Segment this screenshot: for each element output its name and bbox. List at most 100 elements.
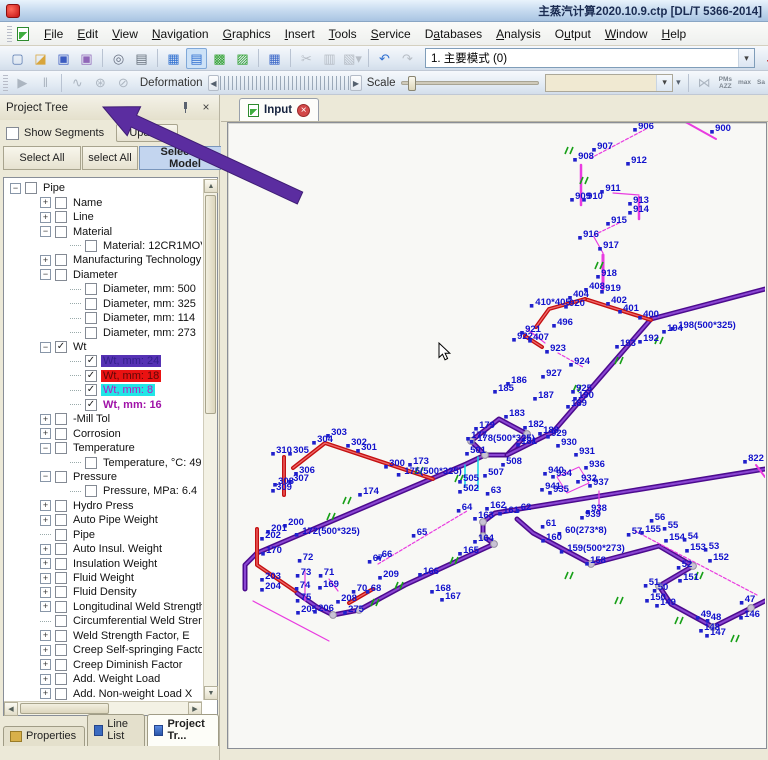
calculator-icon[interactable]: ▦: [264, 48, 285, 69]
expand-icon[interactable]: +: [40, 211, 51, 223]
sa-icon[interactable]: Sa: [757, 79, 765, 86]
tree-checkbox[interactable]: [55, 211, 67, 224]
tree-item[interactable]: Pipe: [4, 528, 202, 542]
update-button[interactable]: Update: [116, 124, 179, 142]
tree-checkbox[interactable]: [85, 456, 97, 469]
tree-item[interactable]: + Line: [4, 210, 202, 224]
tree-item[interactable]: Diameter, mm: 500: [4, 282, 202, 296]
save-icon[interactable]: ▣: [53, 48, 74, 69]
menu-graphics[interactable]: Graphics: [216, 25, 278, 43]
tree-item[interactable]: Diameter, mm: 114: [4, 311, 202, 325]
tree-item[interactable]: − Pipe: [4, 181, 202, 195]
tree-item[interactable]: + Add. Non-weight Load X: [4, 686, 202, 700]
scale-combobox[interactable]: ▾: [545, 73, 674, 92]
tree-item[interactable]: + Corrosion: [4, 426, 202, 440]
toolbar-grip[interactable]: [7, 25, 12, 42]
tree-item[interactable]: + Fluid Weight: [4, 571, 202, 585]
deformation-slider[interactable]: [220, 75, 350, 90]
tree-item[interactable]: − Diameter: [4, 268, 202, 282]
tree-item[interactable]: Material: 12CR1MOVG: [4, 239, 202, 253]
tree-item[interactable]: Circumferential Weld Strengt: [4, 614, 202, 628]
expand-icon[interactable]: +: [40, 428, 51, 440]
scale-slider-thumb[interactable]: [407, 75, 416, 91]
pause-icon[interactable]: ‖: [35, 72, 56, 93]
menu-window[interactable]: Window: [598, 25, 655, 43]
expand-icon[interactable]: +: [40, 586, 51, 598]
tree-checkbox[interactable]: [55, 572, 67, 585]
expand-icon[interactable]: +: [40, 572, 51, 584]
open-folder-icon[interactable]: ◪: [30, 48, 51, 69]
check-model-icon[interactable]: ▩: [209, 48, 230, 69]
select-all-button[interactable]: Select All: [3, 146, 81, 170]
horizontal-scrollbar[interactable]: ◀ ▶: [4, 701, 202, 716]
tree-checkbox[interactable]: [55, 615, 67, 628]
tree-checkbox[interactable]: ✓: [85, 355, 97, 368]
chevron-down-icon[interactable]: ▾: [656, 74, 673, 91]
tree-item[interactable]: + Weld Strength Factor, E: [4, 629, 202, 643]
pms-azz-icon[interactable]: PMs AZZ: [719, 76, 732, 90]
tree-checkbox[interactable]: [85, 312, 97, 325]
cold-spring-icon[interactable]: ⊘: [113, 72, 134, 93]
close-tab-icon[interactable]: ×: [297, 103, 311, 117]
tree-item[interactable]: + Fluid Density: [4, 585, 202, 599]
expand-icon[interactable]: +: [40, 500, 51, 512]
play-icon[interactable]: ▶: [12, 72, 33, 93]
tree-checkbox[interactable]: ✓: [55, 341, 67, 354]
tree-item[interactable]: + Creep Diminish Factor: [4, 657, 202, 671]
scrollbar-thumb[interactable]: [20, 703, 110, 714]
collapse-icon[interactable]: −: [40, 226, 51, 238]
expand-icon[interactable]: +: [40, 514, 51, 526]
expand-icon[interactable]: +: [40, 543, 51, 555]
toolbar-overflow-icon[interactable]: ▾: [676, 77, 681, 88]
tree-checkbox[interactable]: [55, 557, 67, 570]
tree-checkbox[interactable]: [55, 268, 67, 281]
menu-view[interactable]: View: [105, 25, 145, 43]
menu-help[interactable]: Help: [655, 25, 694, 43]
collapse-icon[interactable]: −: [40, 269, 51, 281]
close-icon[interactable]: ×: [199, 100, 213, 115]
menu-tools[interactable]: Tools: [322, 25, 364, 43]
collapse-icon[interactable]: −: [40, 471, 51, 483]
collapse-icon[interactable]: −: [10, 182, 21, 194]
collapse-icon[interactable]: −: [40, 442, 51, 454]
tree-item[interactable]: + Creep Self-springing Factor: [4, 643, 202, 657]
tree-item[interactable]: Temperature, °C: 495: [4, 455, 202, 469]
menu-analysis[interactable]: Analysis: [489, 25, 548, 43]
structure-mode-icon[interactable]: ∴: [760, 48, 768, 69]
tree-checkbox[interactable]: [85, 283, 97, 296]
menu-output[interactable]: Output: [548, 25, 598, 43]
tree-item[interactable]: + -Mill Tol: [4, 412, 202, 426]
menu-databases[interactable]: Databases: [418, 25, 489, 43]
expand-icon[interactable]: +: [40, 197, 51, 209]
tree-item[interactable]: + Insulation Weight: [4, 556, 202, 570]
tree-item[interactable]: + Manufacturing Technology: [4, 253, 202, 267]
input-view-icon[interactable]: ▤: [186, 47, 207, 69]
tree-item[interactable]: − ✓ Wt: [4, 340, 202, 354]
tree-checkbox[interactable]: [55, 673, 67, 686]
expand-icon[interactable]: +: [40, 254, 51, 266]
tree-checkbox[interactable]: [55, 543, 67, 556]
run-check-icon[interactable]: ▨: [232, 48, 253, 69]
cut-icon[interactable]: ✂: [296, 48, 317, 69]
print-icon[interactable]: ▤: [131, 48, 152, 69]
scroll-up-icon[interactable]: ▲: [204, 179, 218, 193]
chevron-down-icon[interactable]: ▾: [738, 49, 754, 67]
tree-checkbox[interactable]: [55, 225, 67, 238]
tree-checkbox[interactable]: [55, 629, 67, 642]
tree-checkbox[interactable]: [85, 326, 97, 339]
max-icon[interactable]: max: [738, 79, 751, 86]
tree-item[interactable]: + Add. Weight Load: [4, 672, 202, 686]
pin-icon[interactable]: [180, 102, 191, 113]
tree-checkbox[interactable]: [85, 297, 97, 310]
tree-checkbox[interactable]: [55, 528, 67, 541]
redo-icon[interactable]: ↷: [397, 48, 418, 69]
tree-item[interactable]: Pressure, MPa: 6.4: [4, 484, 202, 498]
tree-checkbox[interactable]: [55, 254, 67, 267]
tree-item[interactable]: ✓ Wt, mm: 18: [4, 369, 202, 383]
new-document-icon[interactable]: ▢: [7, 48, 28, 69]
tree-checkbox[interactable]: [55, 442, 67, 455]
collapse-icon[interactable]: −: [40, 341, 51, 353]
tree-checkbox[interactable]: [55, 413, 67, 426]
valve-icon[interactable]: ⋈: [694, 72, 715, 93]
model-canvas[interactable]: 900 906 907 908 912 911 909 910 913 914 915 916 917 9…: [227, 122, 767, 749]
